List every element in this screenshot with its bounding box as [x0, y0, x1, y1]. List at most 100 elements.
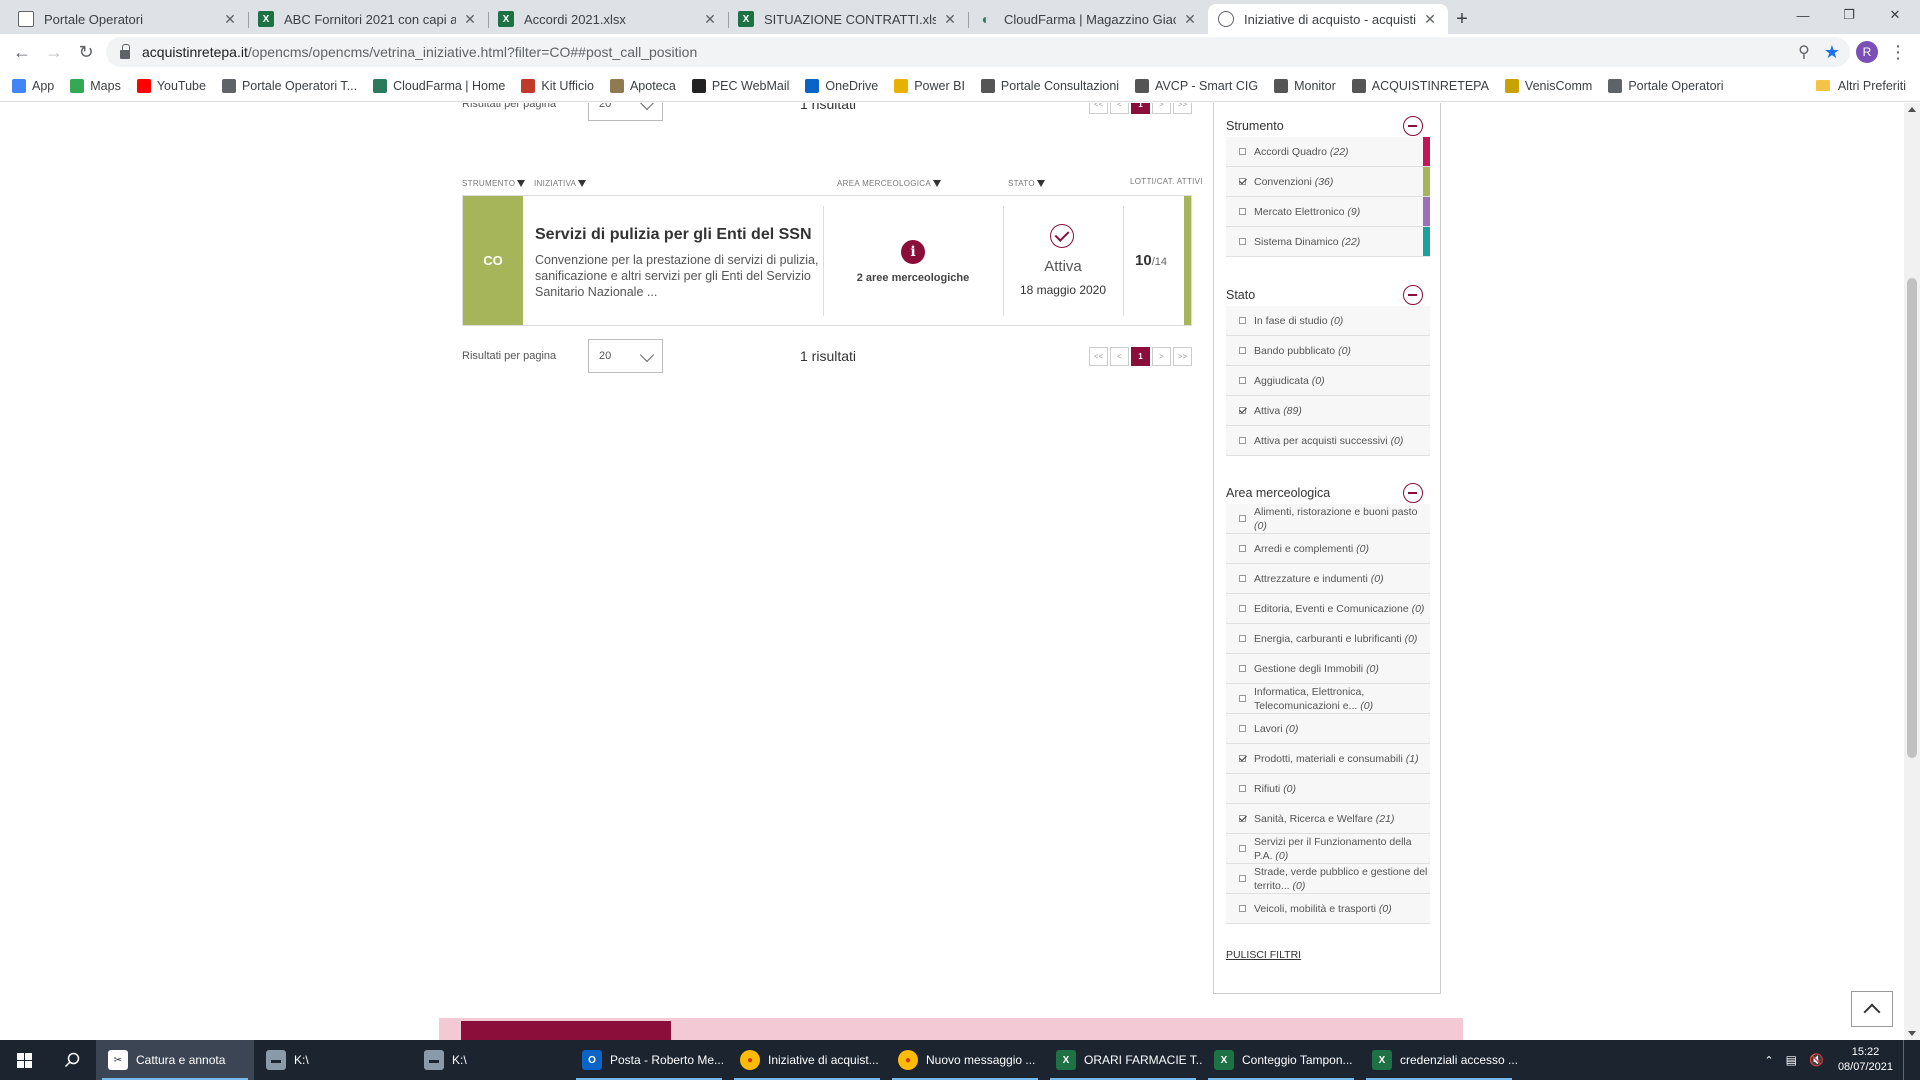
profile-avatar[interactable]: R [1856, 41, 1878, 63]
filter-checkbox[interactable] [1239, 665, 1246, 672]
browser-tab[interactable]: X SITUAZIONE CONTRATTI.xlsx ✕ [728, 4, 968, 34]
filter-option-area[interactable]: Rifiuti (0) [1226, 774, 1430, 804]
filter-checkbox[interactable] [1239, 755, 1246, 762]
filter-checkbox[interactable] [1239, 178, 1246, 185]
sort-area[interactable]: AREA MERCEOLOGICA [837, 179, 942, 188]
filter-checkbox[interactable] [1239, 148, 1246, 155]
filter-checkbox[interactable] [1239, 347, 1246, 354]
filter-option-strumento[interactable]: Accordi Quadro (22) [1226, 137, 1430, 167]
rpp-select[interactable]: 20 [588, 339, 663, 373]
bookmark-item[interactable]: YouTube [136, 78, 206, 93]
volume-muted-icon[interactable]: 🔇 [1809, 1053, 1824, 1067]
minimize-icon[interactable]: — [1780, 0, 1826, 30]
tab-close-icon[interactable]: ✕ [1182, 11, 1198, 28]
filter-checkbox[interactable] [1239, 875, 1246, 882]
filter-option-stato[interactable]: Bando pubblicato (0) [1226, 336, 1430, 366]
browser-tab[interactable]: X Accordi 2021.xlsx ✕ [488, 4, 728, 34]
bookmark-item[interactable]: Portale Operatori T... [221, 78, 357, 93]
filter-option-stato[interactable]: Attiva per acquisti successivi (0) [1226, 426, 1430, 456]
clear-filters-link[interactable]: PULISCI FILTRI [1226, 949, 1301, 961]
tab-close-icon[interactable]: ✕ [1422, 11, 1438, 28]
collapse-stato-icon[interactable] [1403, 285, 1423, 305]
zoom-icon[interactable]: ⚲ [1798, 42, 1810, 62]
filter-checkbox[interactable] [1239, 815, 1246, 822]
filter-option-area[interactable]: Alimenti, ristorazione e buoni pasto (0) [1226, 504, 1430, 534]
back-icon[interactable]: ← [6, 36, 38, 68]
page-last[interactable]: >> [1173, 346, 1192, 366]
filter-option-area[interactable]: Arredi e complementi (0) [1226, 534, 1430, 564]
filter-checkbox[interactable] [1239, 725, 1246, 732]
iniziativa-card[interactable]: CO Servizi di pulizia per gli Enti del S… [462, 195, 1192, 326]
page-next[interactable]: > [1152, 103, 1171, 114]
filter-option-area[interactable]: Prodotti, materiali e consumabili (1) [1226, 744, 1430, 774]
page-current[interactable]: 1 [1131, 103, 1150, 114]
page-first[interactable]: << [1089, 346, 1108, 366]
filter-option-area[interactable]: Sanità, Ricerca e Welfare (21) [1226, 804, 1430, 834]
filter-option-area[interactable]: Informatica, Elettronica, Telecomunicazi… [1226, 684, 1430, 714]
bookmark-item[interactable]: PEC WebMail [691, 78, 789, 93]
tab-close-icon[interactable]: ✕ [702, 11, 718, 28]
page-last[interactable]: >> [1173, 103, 1192, 114]
network-icon[interactable]: ▤ [1786, 1053, 1797, 1067]
page-current[interactable]: 1 [1131, 346, 1150, 366]
filter-option-stato[interactable]: Aggiudicata (0) [1226, 366, 1430, 396]
filter-checkbox[interactable] [1239, 437, 1246, 444]
filter-option-area[interactable]: Energia, carburanti e lubrificanti (0) [1226, 624, 1430, 654]
bookmark-item[interactable]: Apoteca [609, 78, 676, 93]
filter-option-area[interactable]: Strade, verde pubblico e gestione del te… [1226, 864, 1430, 894]
filter-checkbox[interactable] [1239, 238, 1246, 245]
taskbar-item[interactable]: X ORARI FARMACIE T... [1044, 1040, 1202, 1080]
collapse-strumento-icon[interactable] [1403, 116, 1423, 136]
filter-checkbox[interactable] [1239, 605, 1246, 612]
tab-close-icon[interactable]: ✕ [942, 11, 958, 28]
tab-close-icon[interactable]: ✕ [222, 11, 238, 28]
tab-close-icon[interactable]: ✕ [462, 11, 478, 28]
filter-checkbox[interactable] [1239, 407, 1246, 414]
taskbar-item[interactable]: ▬ K:\ [254, 1040, 412, 1080]
browser-tab[interactable]: Portale Operatori ✕ [8, 4, 248, 34]
taskbar-item[interactable]: ▬ K:\ [412, 1040, 570, 1080]
bookmark-item[interactable]: Portale Consultazioni [980, 78, 1119, 93]
address-bar[interactable]: acquistinretepa.it/opencms/opencms/vetri… [106, 37, 1850, 67]
browser-tab[interactable]: Iniziative di acquisto - acquistinretepa… [1208, 4, 1448, 34]
filter-option-area[interactable]: Attrezzature e indumenti (0) [1226, 564, 1430, 594]
filter-checkbox[interactable] [1239, 575, 1246, 582]
taskbar-item[interactable]: O Posta - Roberto Me... [570, 1040, 728, 1080]
bookmark-item[interactable]: Monitor [1274, 78, 1336, 93]
rpp-select[interactable]: 20 [588, 103, 663, 121]
sort-stato[interactable]: STATO [1008, 179, 1045, 188]
clock[interactable]: 15:22 08/07/2021 [1838, 1045, 1893, 1075]
filter-option-strumento[interactable]: Mercato Elettronico (9) [1226, 197, 1430, 227]
filter-option-strumento[interactable]: Sistema Dinamico (22) [1226, 227, 1430, 257]
page-prev[interactable]: < [1110, 346, 1129, 366]
browser-tab[interactable]: ◐ CloudFarma | Magazzino Giacenze ✕ [968, 4, 1208, 34]
bookmark-item[interactable]: Power BI [894, 78, 965, 93]
taskbar-item[interactable]: ● Iniziative di acquist... [728, 1040, 886, 1080]
sort-iniziativa[interactable]: INIZIATIVA [534, 179, 587, 188]
scroll-down-icon[interactable] [1908, 1031, 1916, 1036]
reload-icon[interactable]: ↻ [70, 36, 102, 68]
sort-strumento[interactable]: STRUMENTO [462, 179, 526, 188]
close-window-icon[interactable]: ✕ [1872, 0, 1918, 30]
info-icon[interactable]: i [901, 240, 925, 264]
bookmark-item[interactable]: AVCP - Smart CIG [1135, 78, 1258, 93]
bookmark-item[interactable]: Portale Operatori [1608, 78, 1724, 93]
page-scrollbar[interactable] [1904, 103, 1920, 1040]
filter-checkbox[interactable] [1239, 317, 1246, 324]
filter-checkbox[interactable] [1239, 545, 1246, 552]
taskbar-item[interactable]: ● Nuovo messaggio ... [886, 1040, 1044, 1080]
filter-checkbox[interactable] [1239, 208, 1246, 215]
bookmark-star-icon[interactable]: ★ [1824, 42, 1840, 63]
restore-icon[interactable]: ❐ [1826, 0, 1872, 30]
browser-tab[interactable]: X ABC Fornitori 2021 con capi area ✕ [248, 4, 488, 34]
filter-option-stato[interactable]: In fase di studio (0) [1226, 306, 1430, 336]
page-first[interactable]: << [1089, 103, 1108, 114]
page-prev[interactable]: < [1110, 103, 1129, 114]
filter-checkbox[interactable] [1239, 695, 1246, 702]
browser-menu-icon[interactable]: ⋮ [1888, 38, 1908, 66]
bookmark-item[interactable]: VenisComm [1504, 78, 1592, 93]
taskbar-item[interactable]: ✂ Cattura e annota [96, 1040, 254, 1080]
bookmark-item[interactable]: App [12, 78, 54, 93]
bookmark-item[interactable]: CloudFarma | Home [373, 78, 505, 93]
page-next[interactable]: > [1152, 346, 1171, 366]
